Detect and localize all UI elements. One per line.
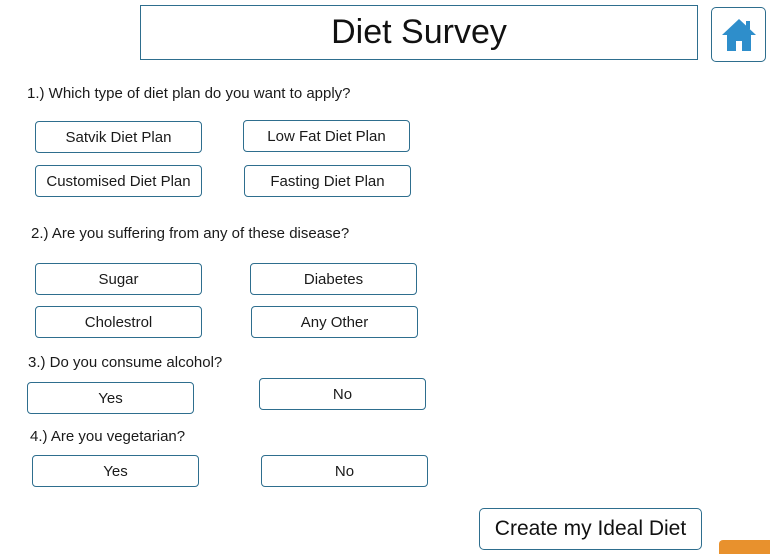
option-customised-diet-plan[interactable]: Customised Diet Plan [35, 165, 202, 197]
option-alcohol-no[interactable]: No [259, 378, 426, 410]
option-alcohol-yes[interactable]: Yes [27, 382, 194, 414]
home-button[interactable] [711, 7, 766, 62]
option-any-other[interactable]: Any Other [251, 306, 418, 338]
option-vegetarian-no[interactable]: No [261, 455, 428, 487]
home-icon [721, 18, 756, 51]
option-fasting-diet-plan[interactable]: Fasting Diet Plan [244, 165, 411, 197]
create-diet-button[interactable]: Create my Ideal Diet [479, 508, 702, 550]
option-diabetes[interactable]: Diabetes [250, 263, 417, 295]
question-4-text: 4.) Are you vegetarian? [30, 428, 186, 445]
option-satvik-diet-plan[interactable]: Satvik Diet Plan [35, 121, 202, 153]
diet-survey-page: Diet Survey 1.) Which type of diet plan … [0, 0, 770, 554]
option-sugar[interactable]: Sugar [35, 263, 202, 295]
option-cholestrol[interactable]: Cholestrol [35, 306, 202, 338]
page-title-text: Diet Survey [331, 13, 507, 51]
corner-tab[interactable] [719, 540, 770, 554]
page-title: Diet Survey [140, 5, 698, 60]
question-1-text: 1.) Which type of diet plan do you want … [27, 85, 351, 102]
question-3-text: 3.) Do you consume alcohol? [28, 354, 223, 371]
option-vegetarian-yes[interactable]: Yes [32, 455, 199, 487]
option-low-fat-diet-plan[interactable]: Low Fat Diet Plan [243, 120, 410, 152]
question-2-text: 2.) Are you suffering from any of these … [31, 225, 350, 242]
